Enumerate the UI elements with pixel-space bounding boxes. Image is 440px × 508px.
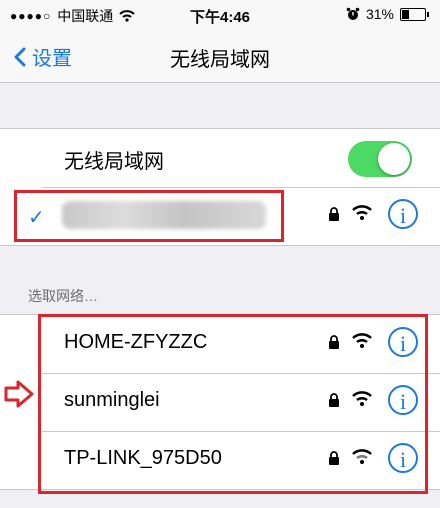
page-title: 无线局域网	[170, 49, 270, 71]
carrier-name: 中国联通	[57, 8, 114, 24]
info-button[interactable]: i	[388, 199, 418, 229]
annotation-arrow-icon	[4, 380, 34, 408]
battery-percent: 31%	[365, 6, 394, 22]
wifi-toggle-label: 无线局域网	[64, 151, 164, 173]
wifi-toggle-row: 无线局域网	[0, 129, 440, 187]
wifi-signal-icon	[352, 205, 372, 220]
signal-strength: ●●●●○	[10, 9, 52, 23]
alarm-icon	[346, 7, 360, 20]
annotation-box-networks	[38, 314, 428, 494]
status-left: ●●●●○ 中国联通	[10, 6, 135, 26]
navigation-bar: 设置 无线局域网	[0, 30, 440, 83]
annotation-box-connected	[14, 190, 284, 242]
status-right: 31%	[346, 6, 429, 22]
battery-level	[402, 9, 410, 19]
wifi-toggle-switch[interactable]	[348, 141, 412, 177]
choose-network-header: 选取网络…	[28, 288, 98, 304]
wifi-status-icon	[119, 10, 135, 22]
status-time: 下午4:46	[190, 9, 251, 26]
lock-icon	[329, 207, 339, 221]
status-bar: ●●●●○ 中国联通 下午4:46 31%	[0, 0, 440, 30]
battery-icon	[400, 7, 429, 21]
toggle-knob	[378, 143, 410, 175]
